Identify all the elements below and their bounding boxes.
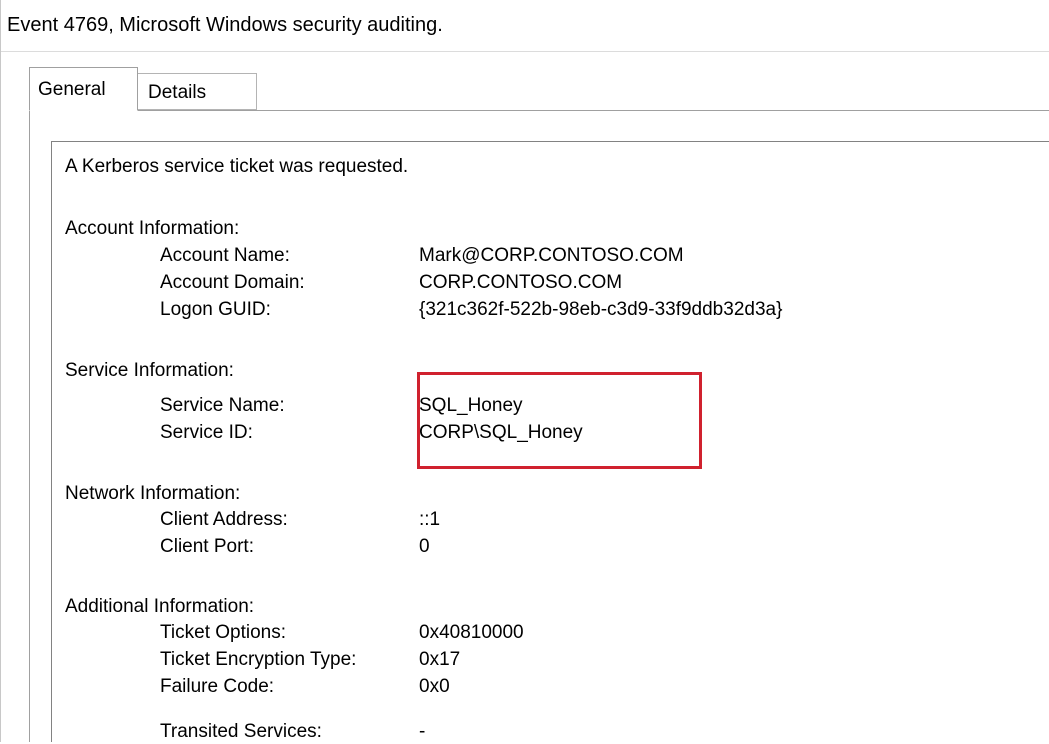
- event-properties-window: Event 4769, Microsoft Windows security a…: [0, 0, 1049, 742]
- transited-services-label: Transited Services:: [160, 721, 322, 742]
- event-summary: A Kerberos service ticket was requested.: [65, 156, 409, 177]
- account-name-value: Mark@CORP.CONTOSO.COM: [419, 245, 684, 266]
- window-title: Event 4769, Microsoft Windows security a…: [7, 14, 443, 36]
- client-port-label: Client Port:: [160, 536, 254, 557]
- logon-guid-value: {321c362f-522b-98eb-c3d9-33f9ddb32d3a}: [419, 299, 783, 320]
- additional-info-heading: Additional Information:: [65, 596, 255, 617]
- tab-details[interactable]: Details: [138, 73, 257, 110]
- client-port-value: 0: [419, 536, 430, 557]
- service-id-label: Service ID:: [160, 422, 253, 443]
- ticket-encryption-value: 0x17: [419, 649, 461, 670]
- logon-guid-label: Logon GUID:: [160, 299, 271, 320]
- transited-services-value: -: [419, 721, 426, 742]
- client-address-value: ::1: [419, 509, 441, 530]
- failure-code-value: 0x0: [419, 676, 450, 697]
- ticket-encryption-label: Ticket Encryption Type:: [160, 649, 357, 670]
- ticket-options-value: 0x40810000: [419, 622, 524, 643]
- account-domain-label: Account Domain:: [160, 272, 305, 293]
- failure-code-label: Failure Code:: [160, 676, 275, 697]
- tab-general[interactable]: General: [29, 67, 138, 111]
- service-highlight-box: [417, 372, 702, 469]
- account-name-label: Account Name:: [160, 245, 290, 266]
- account-info-heading: Account Information:: [65, 218, 240, 239]
- ticket-options-label: Ticket Options:: [160, 622, 287, 643]
- title-divider: [1, 51, 1049, 52]
- network-info-heading: Network Information:: [65, 483, 241, 504]
- account-domain-value: CORP.CONTOSO.COM: [419, 272, 623, 293]
- service-info-heading: Service Information:: [65, 360, 234, 381]
- client-address-label: Client Address:: [160, 509, 288, 530]
- service-name-label: Service Name:: [160, 395, 285, 416]
